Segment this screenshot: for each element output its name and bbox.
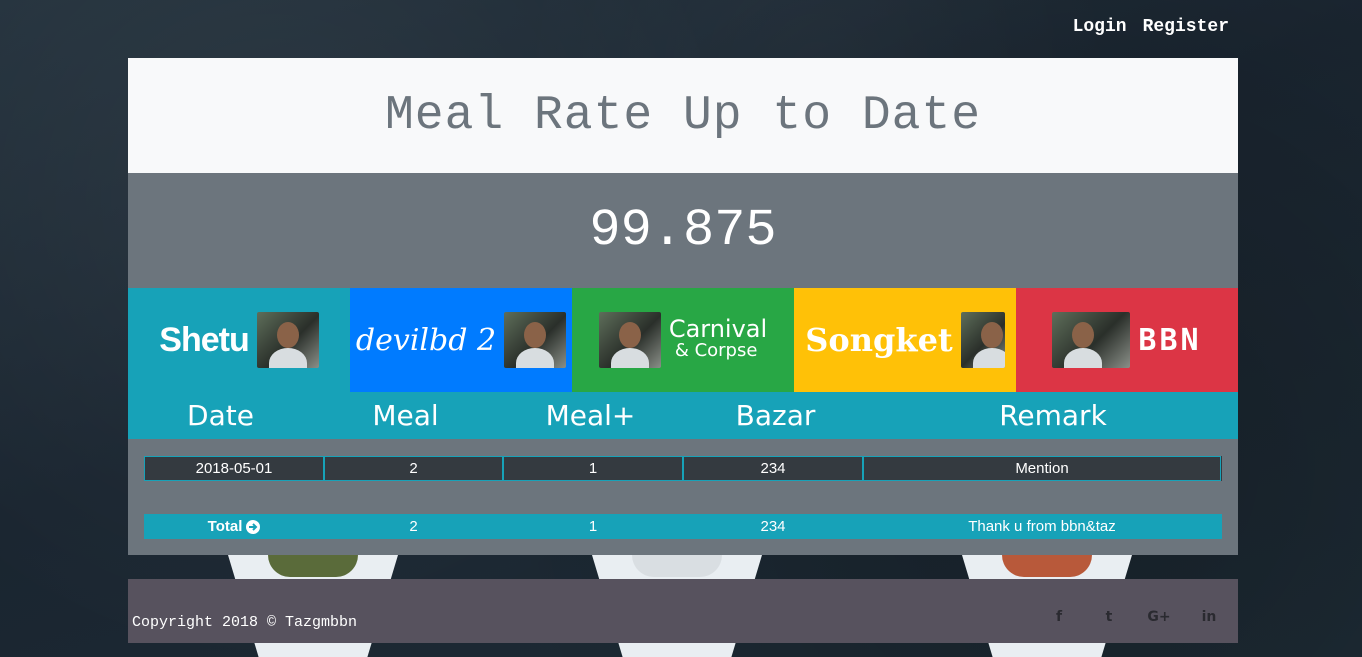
copyright-text: Copyright 2018 © Tazgmbbn [132,614,358,631]
member-photo [504,312,567,368]
member-logo: Songket [805,321,953,359]
member-photo [1052,312,1131,368]
linkedin-icon[interactable]: in [1184,609,1234,625]
total-meal: 2 [409,518,418,535]
cell-bazar: 234 [683,456,863,481]
total-remark: Thank u from bbn&taz [968,518,1116,535]
member-photo [256,312,319,368]
member-card-devilbd[interactable]: devilbd 2 [350,288,572,392]
member-logo-subtext: & Corpse [674,340,758,361]
meal-rate-value: 99.875 [589,201,777,260]
member-logo: devilbd 2 [355,322,497,358]
total-bazar: 234 [760,518,786,535]
column-header-meal: Meal [372,399,439,432]
member-photo [598,312,661,368]
facebook-icon[interactable]: f [1034,609,1084,625]
member-strip: Shetu devilbd 2 Carnival & Corpse Songke… [128,288,1238,392]
cell-date: 2018-05-01 [144,456,324,481]
member-photo [960,312,1005,368]
total-label-cell: Total [144,514,324,539]
register-link[interactable]: Register [1143,17,1229,37]
column-header-meal-plus: Meal+ [545,399,636,432]
arrow-right-icon [246,519,261,534]
page-title: Meal Rate Up to Date [384,88,982,143]
login-link[interactable]: Login [1073,17,1127,37]
member-logo: BBN [1138,322,1202,358]
member-logo: Shetu [159,320,249,359]
cell-meal-plus: 1 [503,456,683,481]
social-links: f t G+ in [1034,609,1234,625]
cell-meal: 2 [324,456,503,481]
table-body: 2018-05-01 2 1 234 Mention Total 2 1 234… [128,439,1238,555]
column-header-date: Date [187,399,254,432]
title-box: Meal Rate Up to Date [128,58,1238,173]
member-card-shetu[interactable]: Shetu [128,288,350,392]
member-card-carnival[interactable]: Carnival & Corpse [572,288,794,392]
member-card-songket[interactable]: Songket [794,288,1016,392]
top-nav: Login Register [1073,17,1229,37]
total-meal-plus: 1 [588,518,598,535]
column-header-remark: Remark [999,399,1107,432]
total-row: Total 2 1 234 Thank u from bbn&taz [144,514,1222,539]
member-logo: Carnival & Corpse [668,315,768,362]
meal-rate-box: 99.875 [128,173,1238,288]
member-card-bbn[interactable]: BBN [1016,288,1238,392]
table-header: Date Meal Meal+ Bazar Remark [128,392,1238,439]
footer: Copyright 2018 © Tazgmbbn f t G+ in [128,579,1238,643]
member-logo-text: Carnival [668,315,768,343]
meal-rate-card: Meal Rate Up to Date 99.875 Shetu devilb… [128,58,1238,555]
twitter-icon[interactable]: t [1084,609,1134,625]
column-header-bazar: Bazar [735,399,816,432]
cell-remark: Mention [863,456,1221,481]
total-label: Total [207,518,243,535]
google-plus-icon[interactable]: G+ [1134,609,1184,625]
table-row: 2018-05-01 2 1 234 Mention [144,456,1222,481]
